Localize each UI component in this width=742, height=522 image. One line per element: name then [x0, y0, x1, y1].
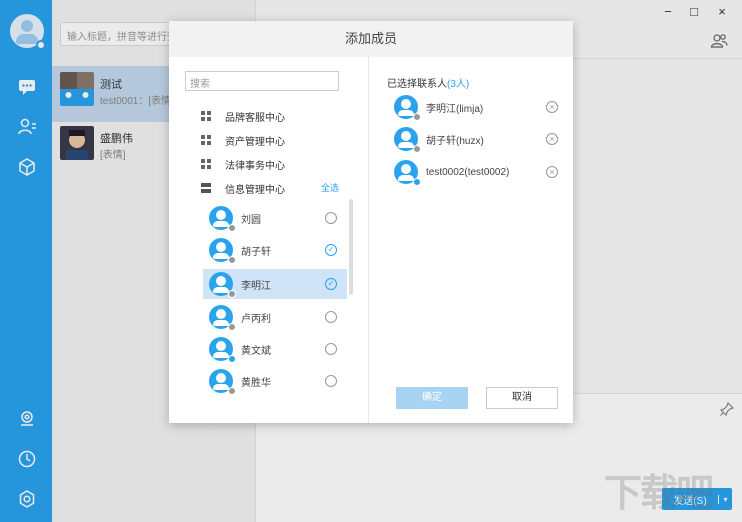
confirm-button[interactable]: 确定 — [396, 387, 468, 409]
selected-contact-name: 李明江(limja) — [426, 103, 484, 115]
member-row[interactable]: 黄文斌 — [203, 334, 347, 364]
member-row[interactable]: 刘圆 — [203, 203, 347, 233]
status-dot — [228, 224, 236, 232]
avatar — [394, 127, 421, 153]
remove-icon[interactable]: × — [546, 133, 558, 145]
more-indicator — [207, 427, 221, 429]
member-picker: 搜索 品牌客服中心 资产管理中心 法律事务中心 信息管理中心 全选 刘圆 胡子轩… — [169, 57, 369, 429]
avatar — [209, 305, 236, 331]
radio-icon[interactable] — [325, 343, 337, 355]
selected-contact-name: 胡子轩(huzx) — [426, 135, 484, 147]
avatar — [209, 238, 236, 264]
selected-contact: 胡子轩(huzx) × — [392, 125, 558, 153]
member-name: 刘圆 — [241, 214, 261, 226]
select-all-link[interactable]: 全选 — [321, 181, 339, 194]
selected-contacts-pane: 已选择联系人(3人) 李明江(limja) × 胡子轩(huzx) × test… — [370, 57, 573, 423]
member-row[interactable]: 黄胜华 — [203, 366, 347, 396]
member-name: 李明江 — [241, 280, 271, 292]
status-dot — [413, 145, 421, 153]
check-icon[interactable]: ✓ — [325, 244, 337, 256]
department-item[interactable]: 品牌客服中心 — [201, 107, 285, 125]
department-icon — [201, 159, 211, 169]
avatar — [394, 95, 421, 121]
status-dot — [228, 387, 236, 395]
department-icon — [201, 111, 211, 121]
status-dot — [413, 178, 421, 186]
selected-contacts-title: 已选择联系人(3人) — [387, 79, 470, 90]
member-name: 胡子轩 — [241, 246, 271, 258]
avatar — [209, 272, 236, 298]
avatar — [209, 206, 236, 232]
radio-icon[interactable] — [325, 311, 337, 323]
status-dot — [228, 355, 236, 363]
member-row-highlighted[interactable]: 李明江 ✓ — [203, 269, 347, 299]
member-list-scrollbar[interactable] — [349, 199, 353, 295]
member-name: 黄文斌 — [241, 345, 271, 357]
member-name: 卢丙利 — [241, 313, 271, 325]
department-item-expanded[interactable]: 信息管理中心 — [201, 179, 285, 197]
radio-icon[interactable] — [325, 375, 337, 387]
selected-contact: test0002(test0002) × — [392, 158, 558, 186]
radio-icon[interactable] — [325, 212, 337, 224]
dialog-title: 添加成员 — [169, 21, 573, 57]
selected-count: (3人) — [447, 79, 470, 90]
avatar — [209, 369, 236, 395]
member-name: 黄胜华 — [241, 377, 271, 389]
remove-icon[interactable]: × — [546, 166, 558, 178]
status-dot — [228, 323, 236, 331]
department-expanded-icon — [201, 183, 211, 193]
avatar — [209, 337, 236, 363]
status-dot — [228, 256, 236, 264]
avatar — [394, 160, 421, 186]
check-icon[interactable]: ✓ — [325, 278, 337, 290]
remove-icon[interactable]: × — [546, 101, 558, 113]
department-item[interactable]: 资产管理中心 — [201, 131, 285, 149]
selected-contact-name: test0002(test0002) — [426, 166, 510, 178]
status-dot — [413, 113, 421, 121]
status-dot — [228, 290, 236, 298]
department-item[interactable]: 法律事务中心 — [201, 155, 285, 173]
member-row[interactable]: 卢丙利 — [203, 302, 347, 332]
selected-contact: 李明江(limja) × — [392, 93, 558, 121]
member-row[interactable]: 胡子轩 ✓ — [203, 235, 347, 265]
department-icon — [201, 135, 211, 145]
member-search-input[interactable]: 搜索 — [185, 71, 339, 91]
cancel-button[interactable]: 取消 — [486, 387, 558, 409]
add-member-dialog: 添加成员 搜索 品牌客服中心 资产管理中心 法律事务中心 信息管理中心 全选 刘… — [169, 21, 573, 429]
